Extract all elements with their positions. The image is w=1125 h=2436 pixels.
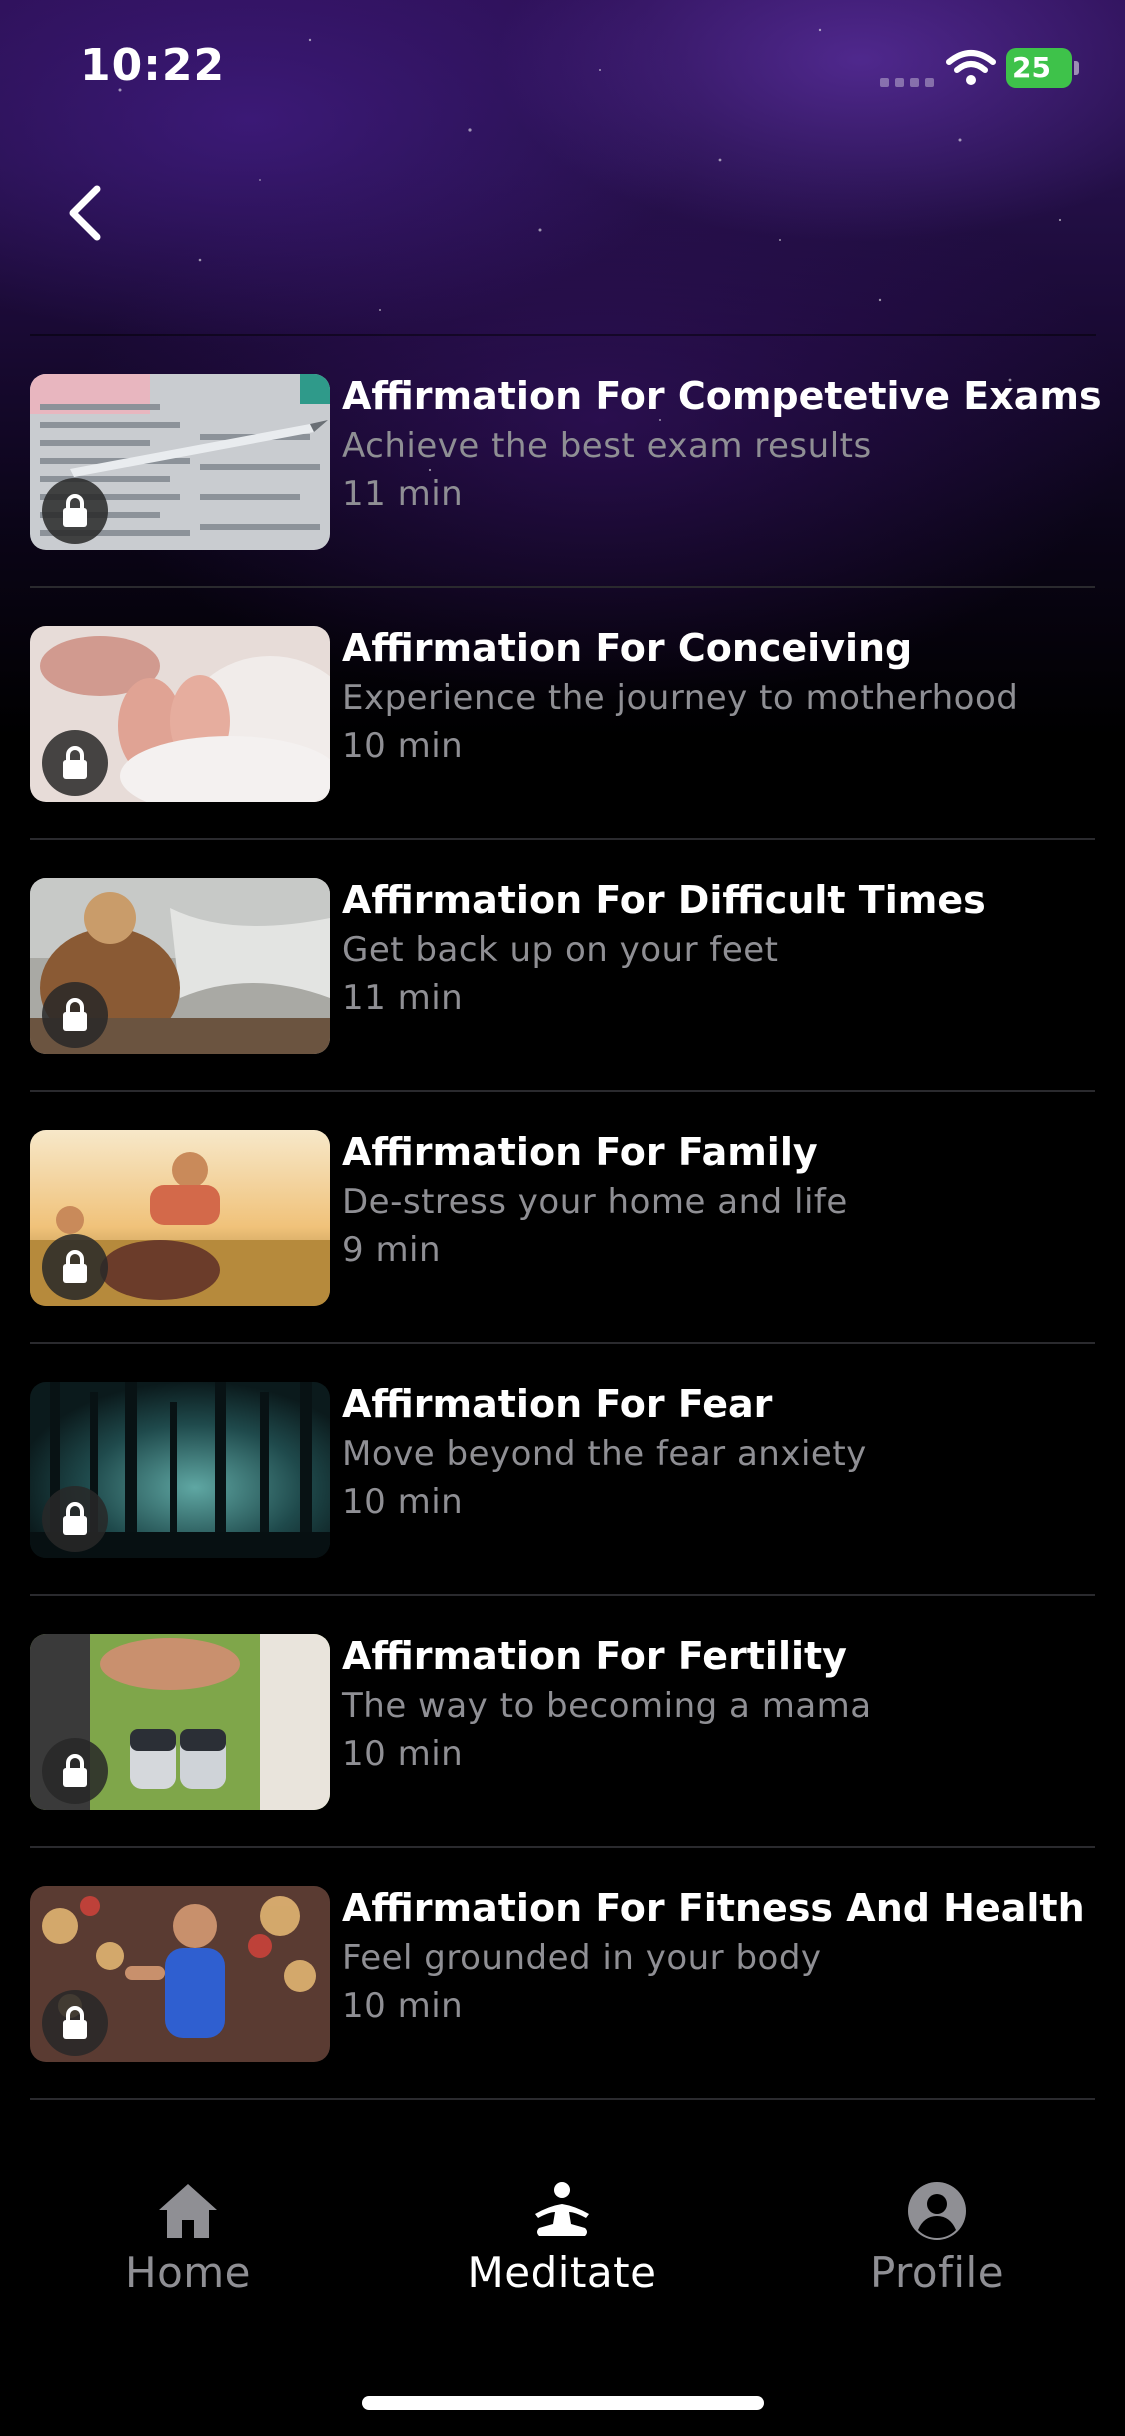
cellular-signal-icon (880, 78, 934, 87)
thumbnail-image (30, 374, 330, 550)
lock-badge (42, 478, 108, 544)
lock-badge (42, 1486, 108, 1552)
thumbnail-image (30, 878, 330, 1054)
meditate-icon (535, 2182, 589, 2236)
list-item[interactable]: Affirmation For Fertility The way to bec… (30, 1596, 1095, 1848)
list-item[interactable]: Affirmation For Difficult Times Get back… (30, 840, 1095, 1092)
item-subtitle: The way to becoming a mama (342, 1686, 872, 1726)
item-title: Affirmation For Difficult Times (342, 878, 986, 922)
item-subtitle: Feel grounded in your body (342, 1938, 822, 1978)
lock-badge (42, 730, 108, 796)
item-text: Affirmation For Fitness And Health Feel … (342, 1882, 1112, 2030)
item-title: Affirmation For Family (342, 1130, 818, 1174)
tab-meditate[interactable]: Meditate (412, 2180, 712, 2340)
thumbnail-image (30, 1130, 330, 1306)
item-subtitle: Experience the journey to motherhood (342, 678, 1019, 718)
item-text: Affirmation For Fear Move beyond the fea… (342, 1378, 1112, 1526)
tab-label: Meditate (467, 2248, 657, 2297)
list-item[interactable]: Affirmation For Fitness And Health Feel … (30, 1848, 1095, 2100)
lock-icon (63, 1250, 87, 1283)
battery-level: 25 (1012, 51, 1051, 84)
list-item[interactable]: Affirmation For Conceiving Experience th… (30, 588, 1095, 840)
item-title: Affirmation For Fertility (342, 1634, 847, 1678)
lock-icon (63, 1502, 87, 1535)
item-subtitle: Achieve the best exam results (342, 426, 872, 466)
home-indicator (362, 2396, 764, 2410)
tab-profile[interactable]: Profile (787, 2180, 1087, 2340)
home-icon (159, 2184, 217, 2238)
thumbnail-image (30, 626, 330, 802)
wifi-icon (946, 50, 996, 85)
item-title: Affirmation For Conceiving (342, 626, 913, 670)
item-text: Affirmation For Fertility The way to bec… (342, 1630, 1112, 1778)
item-duration: 11 min (342, 978, 464, 1018)
item-subtitle: Move beyond the fear anxiety (342, 1434, 867, 1474)
lock-badge (42, 1738, 108, 1804)
item-text: Affirmation For Difficult Times Get back… (342, 874, 1112, 1022)
item-text: Affirmation For Family De-stress your ho… (342, 1126, 1112, 1274)
lock-icon (63, 1754, 87, 1787)
item-duration: 9 min (342, 1230, 442, 1270)
item-duration: 10 min (342, 726, 464, 766)
item-subtitle: Get back up on your feet (342, 930, 779, 970)
item-title: Affirmation For Fitness And Health (342, 1886, 1085, 1930)
thumbnail-image (30, 1382, 330, 1558)
item-text: Affirmation For Competetive Exams Achiev… (342, 370, 1112, 518)
tab-label: Profile (869, 2248, 1005, 2297)
status-bar: 10:22 25 (0, 0, 1125, 140)
status-time: 10:22 (80, 40, 226, 91)
lock-badge (42, 982, 108, 1048)
profile-icon (908, 2182, 966, 2240)
list-item[interactable]: Affirmation For Fear Move beyond the fea… (30, 1344, 1095, 1596)
tab-label: Home (124, 2248, 252, 2297)
lock-icon (63, 998, 87, 1031)
chevron-left-icon (69, 185, 101, 241)
item-title: Affirmation For Fear (342, 1382, 773, 1426)
thumbnail-image (30, 1886, 330, 2062)
list-item[interactable]: Affirmation For Competetive Exams Achiev… (30, 336, 1102, 588)
item-subtitle: De-stress your home and life (342, 1182, 848, 1222)
item-title: Affirmation For Competetive Exams (342, 374, 1102, 418)
lock-badge (42, 1990, 108, 2056)
lock-icon (63, 2006, 87, 2039)
item-duration: 10 min (342, 1734, 464, 1774)
item-duration: 10 min (342, 1482, 464, 1522)
item-duration: 10 min (342, 1986, 464, 2026)
item-text: Affirmation For Conceiving Experience th… (342, 622, 1112, 770)
affirmation-list: Affirmation For Competetive Exams Achiev… (0, 336, 1125, 2100)
lock-icon (63, 746, 87, 779)
tab-bar: Home Meditate Profile (0, 2150, 1125, 2350)
battery-icon: 25 (1006, 48, 1080, 88)
back-button[interactable] (40, 168, 130, 258)
lock-badge (42, 1234, 108, 1300)
tab-home[interactable]: Home (38, 2180, 338, 2340)
item-duration: 11 min (342, 474, 464, 514)
lock-icon (63, 494, 87, 527)
list-item[interactable]: Affirmation For Family De-stress your ho… (30, 1092, 1095, 1344)
thumbnail-image (30, 1634, 330, 1810)
